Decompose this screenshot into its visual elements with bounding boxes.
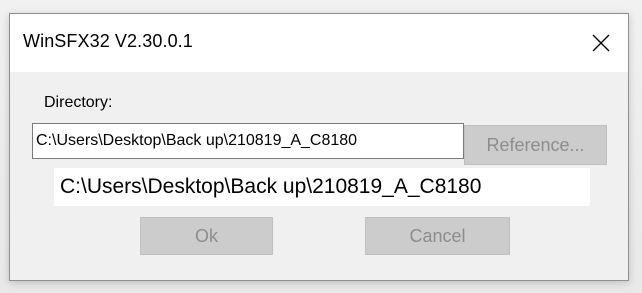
ok-button[interactable]: Ok bbox=[140, 217, 273, 255]
title-bar[interactable]: WinSFX32 V2.30.0.1 bbox=[10, 14, 628, 72]
cancel-button[interactable]: Cancel bbox=[365, 217, 510, 255]
winsfx32-dialog: WinSFX32 V2.30.0.1 Directory: Reference.… bbox=[9, 13, 629, 281]
directory-label: Directory: bbox=[44, 94, 113, 111]
directory-input[interactable] bbox=[32, 123, 464, 159]
window-title: WinSFX32 V2.30.0.1 bbox=[23, 31, 193, 51]
reference-button[interactable]: Reference... bbox=[464, 125, 607, 165]
close-icon bbox=[591, 33, 611, 53]
close-button[interactable] bbox=[574, 14, 628, 72]
path-display: C:\Users\Desktop\Back up\210819_A_C8180 bbox=[54, 168, 590, 206]
